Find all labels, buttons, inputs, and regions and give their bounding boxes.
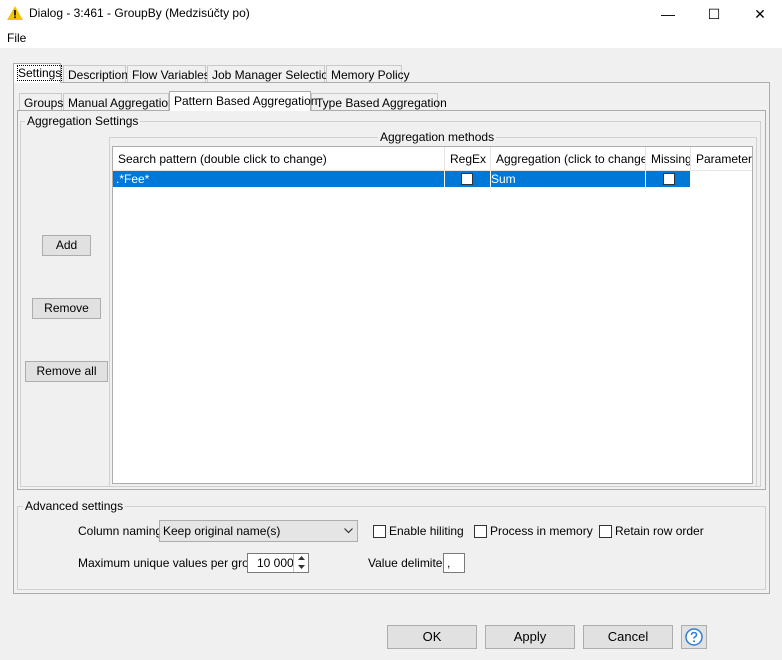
title-bar: Dialog - 3:461 - GroupBy (Medzisúčty po)…	[0, 0, 782, 28]
window-title: Dialog - 3:461 - GroupBy (Medzisúčty po)	[29, 6, 250, 20]
chevron-down-icon	[344, 528, 353, 534]
ok-button[interactable]: OK	[387, 625, 477, 649]
close-icon: ✕	[754, 6, 766, 22]
max-unique-values-value: 10 000	[257, 556, 294, 570]
spinner-down-icon[interactable]	[298, 565, 305, 569]
retain-row-order-label: Retain row order	[615, 524, 704, 538]
retain-row-order-checkbox[interactable]	[599, 525, 612, 538]
column-naming-select[interactable]: Keep original name(s)	[159, 520, 358, 542]
regex-checkbox[interactable]	[461, 173, 473, 185]
add-button[interactable]: Add	[42, 235, 91, 256]
value-delimiter-input[interactable]: ,	[443, 553, 465, 573]
aggregation-settings-title: Aggregation Settings	[25, 114, 141, 128]
aggregation-methods-title: Aggregation methods	[378, 130, 497, 144]
value-delimiter-value: ,	[447, 556, 451, 570]
minimize-button[interactable]: —	[645, 0, 691, 28]
tab-flow-variables-label: Flow Variables	[132, 68, 210, 82]
menu-file[interactable]: File	[7, 31, 26, 45]
subtab-groups-label: Groups	[24, 96, 64, 110]
tab-flow-variables[interactable]: Flow Variables	[127, 65, 210, 83]
value-delimiter-label: Value delimiter	[368, 556, 447, 570]
spinner-up-icon[interactable]	[298, 556, 305, 560]
close-button[interactable]: ✕	[737, 0, 782, 28]
tab-description[interactable]: Description	[63, 65, 129, 83]
column-header-search-pattern[interactable]: Search pattern (double click to change)	[113, 147, 445, 171]
aggregation-table: Search pattern (double click to change) …	[112, 146, 753, 484]
enable-hiliting-label: Enable hiliting	[389, 524, 464, 538]
advanced-settings-title: Advanced settings	[23, 499, 126, 513]
maximize-icon: ☐	[707, 6, 721, 22]
column-header-parameter[interactable]: Parameter	[691, 147, 752, 171]
cell-parameter[interactable]	[691, 171, 752, 187]
menu-bar: File	[0, 28, 782, 48]
help-button[interactable]	[681, 625, 707, 649]
spinner-arrows[interactable]	[293, 554, 309, 572]
cancel-button[interactable]: Cancel	[583, 625, 673, 649]
tab-job-manager-label: Job Manager Selection	[212, 68, 335, 82]
subtab-groups[interactable]: Groups	[19, 93, 64, 111]
subtab-manual-label: Manual Aggregation	[68, 96, 175, 110]
enable-hiliting-checkbox[interactable]	[373, 525, 386, 538]
column-naming-value: Keep original name(s)	[163, 524, 281, 538]
cell-missing[interactable]	[646, 171, 691, 187]
subtab-type-label: Type Based Aggregation	[316, 96, 447, 110]
remove-all-button[interactable]: Remove all	[25, 361, 108, 382]
tab-memory-policy[interactable]: Memory Policy	[326, 65, 410, 83]
help-icon	[685, 628, 703, 646]
subtab-type-based-aggregation[interactable]: Type Based Aggregation	[311, 93, 447, 111]
tab-memory-policy-label: Memory Policy	[331, 68, 410, 82]
process-in-memory-label: Process in memory	[490, 524, 593, 538]
apply-button[interactable]: Apply	[485, 625, 575, 649]
column-header-aggregation[interactable]: Aggregation (click to change)	[491, 147, 646, 171]
column-header-missing[interactable]: Missing	[646, 147, 691, 171]
column-header-regex[interactable]: RegEx	[445, 147, 491, 171]
minimize-icon: —	[661, 6, 675, 22]
missing-checkbox[interactable]	[663, 173, 675, 185]
max-unique-values-spinner[interactable]: 10 000	[247, 553, 309, 573]
cell-aggregation[interactable]: Sum	[491, 171, 646, 187]
subtab-pattern-label: Pattern Based Aggregation	[174, 94, 318, 108]
tab-settings[interactable]: Settings	[13, 63, 63, 83]
process-in-memory-checkbox[interactable]	[474, 525, 487, 538]
table-row[interactable]: .*Fee* Sum	[113, 171, 752, 187]
column-naming-label: Column naming:	[78, 524, 166, 538]
subtab-manual-aggregation[interactable]: Manual Aggregation	[63, 93, 175, 111]
tab-job-manager-selection[interactable]: Job Manager Selection	[207, 65, 335, 83]
max-unique-values-label: Maximum unique values per group	[78, 556, 263, 570]
maximize-button[interactable]: ☐	[691, 0, 737, 28]
warning-triangle-icon	[7, 6, 23, 20]
tab-settings-label: Settings	[16, 65, 63, 81]
cell-regex[interactable]	[445, 171, 491, 187]
remove-button[interactable]: Remove	[32, 298, 101, 319]
tab-description-label: Description	[68, 68, 129, 82]
subtab-pattern-based-aggregation[interactable]: Pattern Based Aggregation	[169, 91, 317, 111]
cell-search-pattern[interactable]: .*Fee*	[113, 171, 445, 187]
advanced-settings-group	[17, 506, 766, 590]
